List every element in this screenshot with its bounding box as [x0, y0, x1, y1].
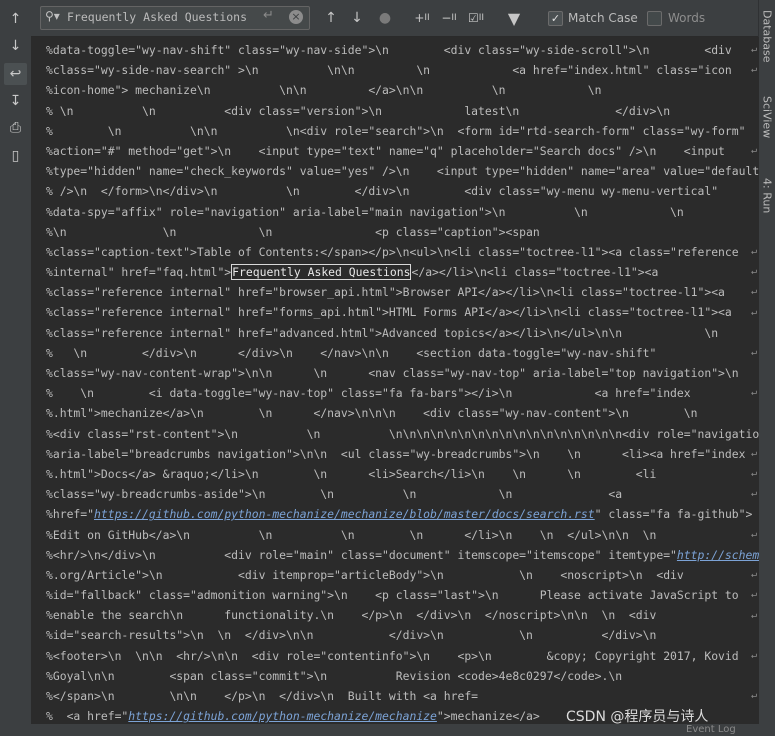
tab-sciview[interactable]: SciView [759, 92, 775, 142]
code-line: %aria-label="breadcrumbs navigation">\n\… [46, 446, 746, 461]
url-link[interactable]: http://schema [677, 548, 759, 562]
soft-wrap-marker-icon: ↵ [751, 609, 758, 621]
add-selection-icon[interactable]: + II [413, 8, 431, 28]
code-line: % \n </div>\n </div>\n </nav>\n\n <secti… [46, 345, 657, 360]
tab-run[interactable]: 4: Run [759, 176, 775, 216]
code-line: %action="#" method="get">\n <input type=… [46, 143, 725, 158]
soft-wrap-marker-icon: ↵ [751, 64, 758, 76]
code-line: %class="caption-text">Table of Contents:… [46, 244, 739, 259]
words-label[interactable]: Words [668, 11, 705, 25]
soft-wrap-marker-icon: ↵ [751, 306, 758, 318]
scroll-up-icon[interactable]: ↑ [4, 8, 27, 30]
tab-database[interactable]: Database [759, 6, 775, 66]
print-icon[interactable]: ⎙ [4, 117, 27, 139]
soft-wrap-marker-icon: ↵ [751, 448, 758, 459]
code-line: %.html">Docs</a> &raquo;</li>\n \n <li>S… [46, 466, 657, 481]
code-line: %data-toggle="wy-nav-shift" class="wy-na… [46, 43, 732, 57]
url-link[interactable]: https://github.com/python-mechanize/mech… [128, 709, 437, 723]
code-line: %href="https://github.com/python-mechani… [46, 507, 753, 522]
code-line: %</span>\n \n\n </p>\n </div>\n Built wi… [46, 689, 479, 703]
soft-wrap-marker-icon: ↵ [751, 589, 758, 601]
find-usages-icon[interactable]: ● [377, 8, 393, 28]
match-case-label[interactable]: Match Case [568, 11, 638, 25]
previous-occurrence-button[interactable]: ↑ [323, 8, 339, 28]
event-log-button[interactable]: Event Log [686, 724, 736, 735]
code-line: %class="wy-nav-content-wrap">\n\n \n <na… [46, 366, 739, 380]
scroll-down-icon[interactable]: ↓ [4, 35, 27, 57]
soft-wrap-marker-icon: ↵ [751, 347, 758, 358]
soft-wrap-marker-icon: ↵ [751, 286, 758, 298]
clear-search-icon[interactable]: × [289, 10, 303, 24]
code-line: %class="reference internal" href="browse… [46, 285, 725, 300]
soft-wrap-marker-icon: ↵ [751, 488, 758, 500]
code-line: %Edit on GitHub</a>\n \n \n \n </li>\n \… [46, 527, 657, 542]
code-line: %id="fallback" class="admonition warning… [46, 588, 739, 603]
code-line: %<hr/>\n</div>\n <div role="main" class=… [46, 545, 759, 565]
code-line: %\n \n \n <p class="caption"><span [46, 224, 540, 239]
search-match-highlight: Frequently Asked Questions [231, 264, 412, 281]
code-line: %enable the search\n functionality.\n </… [46, 608, 657, 623]
next-occurrence-button[interactable]: ↓ [349, 8, 365, 28]
new-line-icon[interactable]: ↵ [263, 8, 274, 23]
soft-wrap-marker-icon: ↵ [751, 266, 758, 278]
console-output[interactable]: %data-toggle="wy-nav-shift" class="wy-na… [31, 37, 759, 724]
code-line: %data-spy="affix" role="navigation" aria… [46, 204, 684, 219]
soft-wrap-marker-icon: ↵ [751, 650, 758, 661]
code-line: %.org/Article">\n <div itemprop="article… [46, 567, 684, 582]
soft-wrap-marker-icon: ↵ [751, 569, 758, 581]
search-input[interactable]: ⚲▾ Frequently Asked Questions ↵ × [40, 6, 310, 30]
left-toolbar: ↑ ↓ ↩ ↧ ⎙ ▯ [0, 0, 32, 736]
soft-wrap-marker-icon: ↵ [751, 690, 758, 702]
soft-wrap-marker-icon: ↵ [751, 145, 758, 156]
code-line: %<footer>\n \n\n <hr/>\n\n <div role="co… [46, 648, 739, 663]
select-all-occurrences-icon[interactable]: ☑ II [467, 8, 485, 28]
code-line: %Goyal\n\n <span class="commit">\n Revis… [46, 668, 623, 683]
code-line: %class="reference internal" href="advanc… [46, 325, 719, 340]
words-checkbox[interactable] [647, 11, 662, 26]
code-line: % \n \n\n \n<div role="search">\n <form … [46, 123, 746, 138]
code-line: %.html">mechanize</a>\n \n </nav>\n\n\n … [46, 406, 698, 421]
code-line: %type="hidden" name="check_keywords" val… [46, 164, 759, 179]
code-line: %icon-home"> mechanize\n \n\n </a>\n\n \… [46, 83, 602, 98]
code-line: %internal" href="faq.html">Frequently As… [46, 264, 659, 281]
scroll-to-end-icon[interactable]: ↧ [4, 90, 27, 112]
match-case-checkbox[interactable]: ✓ [548, 11, 563, 26]
remove-selection-icon[interactable]: − II [440, 8, 458, 28]
filter-icon[interactable]: ▼ [505, 8, 523, 28]
soft-wrap-icon[interactable]: ↩ [4, 63, 27, 85]
soft-wrap-marker-icon: ↵ [751, 387, 758, 399]
code-line: %<div class="rst-content">\n \n \n\n\n\n… [46, 426, 759, 441]
watermark-text: CSDN @程序员与诗人 [566, 709, 709, 725]
soft-wrap-marker-icon: ↵ [751, 246, 758, 257]
code-line: %class="reference internal" href="forms_… [46, 305, 732, 320]
code-line: %id="search-results">\n \n </div>\n\n </… [46, 628, 657, 643]
soft-wrap-marker-icon: ↵ [751, 44, 758, 55]
search-query-text[interactable]: Frequently Asked Questions [67, 10, 247, 24]
code-line: %class="wy-side-nav-search" >\n \n\n \n … [46, 63, 732, 78]
code-lines: %data-toggle="wy-nav-shift" class="wy-na… [46, 40, 759, 724]
code-line: % />\n </form>\n</div>\n \n </div>\n <di… [46, 184, 719, 199]
soft-wrap-marker-icon: ↵ [751, 468, 758, 480]
right-tool-window-bar: Database SciView 4: Run [758, 0, 775, 736]
code-line: % \n \n <div class="version">\n latest\n… [46, 103, 671, 118]
trash-icon[interactable]: ▯ [4, 145, 27, 167]
code-line: %class="wy-breadcrumbs-aside">\n \n \n \… [46, 487, 623, 502]
code-line: % \n <i data-toggle="wy-nav-top" class="… [46, 386, 691, 401]
soft-wrap-marker-icon: ↵ [751, 528, 758, 540]
url-link[interactable]: https://github.com/python-mechanize/mech… [94, 507, 595, 521]
search-toolbar: ⚲▾ Frequently Asked Questions ↵ × ↑ ↓ ● … [31, 0, 759, 37]
search-icon: ⚲▾ [45, 9, 60, 23]
